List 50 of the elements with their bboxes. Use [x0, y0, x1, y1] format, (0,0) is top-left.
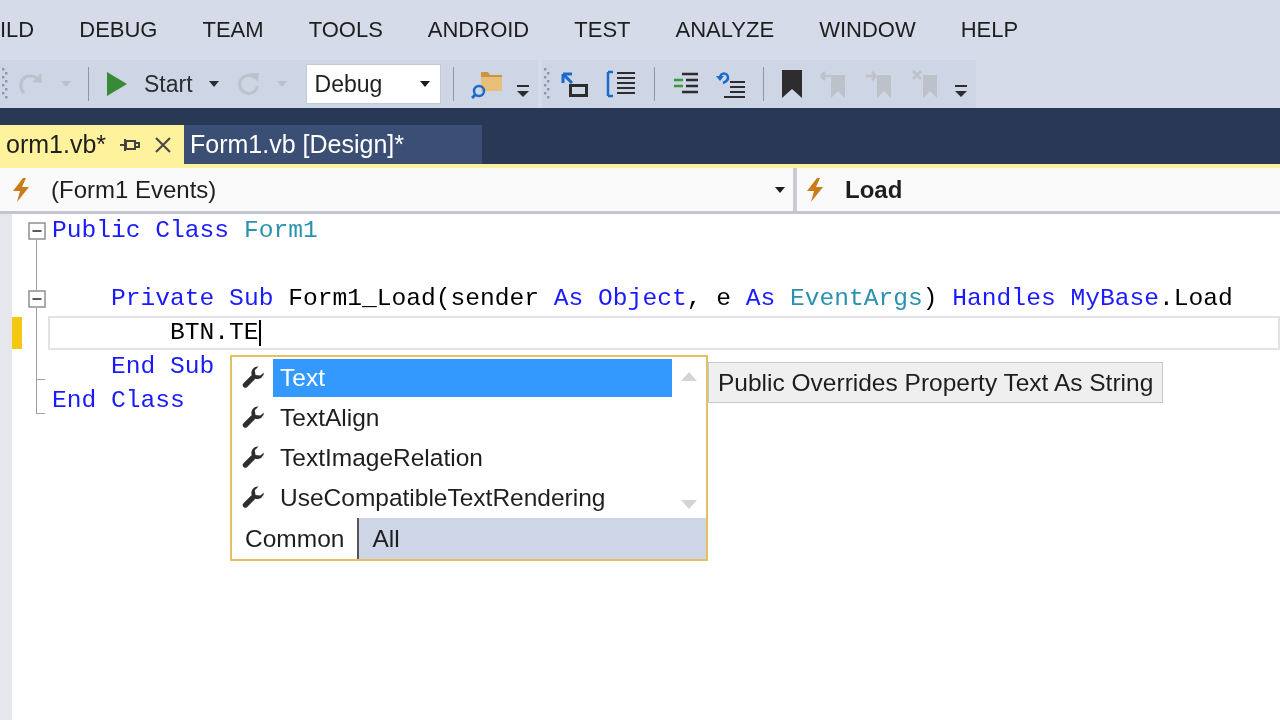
caret-icon: [208, 81, 219, 87]
caret-icon: [61, 81, 71, 87]
play-icon: [106, 71, 128, 97]
menu-item[interactable]: HELP: [950, 13, 1029, 47]
completion-item[interactable]: TextImageRelation: [273, 439, 672, 477]
close-icon[interactable]: [154, 135, 173, 154]
code-line: BTN.TE: [169, 318, 259, 348]
menu-item[interactable]: TEST: [564, 13, 641, 47]
redo-icon: [17, 71, 45, 97]
menu-item[interactable]: ANALYZE: [665, 13, 785, 47]
caret-icon: [775, 186, 785, 193]
outdent-icon: [715, 70, 746, 98]
menu-item[interactable]: ILD: [0, 13, 45, 47]
document-tab[interactable]: orm1.vb*: [0, 125, 185, 164]
wrench-icon: [240, 365, 266, 391]
caret-icon: [419, 81, 430, 87]
document-tab[interactable]: Form1.vb [Design]*: [184, 125, 482, 164]
grip-icon[interactable]: [2, 68, 8, 100]
code-line: End Class: [52, 386, 185, 416]
overflow-icon: [954, 85, 967, 99]
menu-item[interactable]: ANDROID: [417, 13, 540, 47]
outline-corner: [36, 384, 45, 414]
code-line: End Sub: [110, 352, 215, 382]
menu-item[interactable]: TOOLS: [298, 13, 393, 47]
completion-item[interactable]: UseCompatibleTextRendering: [273, 479, 672, 517]
menu-item[interactable]: WINDOW: [809, 13, 926, 47]
code-line: Private Sub Form1_Load(sender As Object, e As EventArgs) Handles MyBase.Load: [110, 284, 1233, 314]
caret-icon: [276, 81, 287, 87]
collapse-icon[interactable]: [28, 222, 46, 240]
overflow-icon: [516, 85, 529, 99]
bookmark-icon: [780, 69, 803, 99]
wrench-icon: [240, 485, 266, 511]
quick-info-tooltip: Public Overrides Property Text As String: [708, 362, 1164, 403]
bracket-lines-icon: [604, 69, 637, 99]
lightning-icon: [806, 177, 824, 202]
folder-search-icon: [470, 69, 503, 99]
wrench-icon: [240, 405, 266, 431]
grip-icon[interactable]: [543, 68, 550, 100]
completion-item[interactable]: TextAlign: [273, 399, 672, 437]
text-cursor: [258, 320, 261, 346]
start-button[interactable]: Start: [101, 66, 198, 102]
menu-item[interactable]: TEAM: [192, 13, 274, 47]
wrench-icon: [240, 445, 266, 471]
pin-icon[interactable]: [120, 136, 141, 153]
list-tab[interactable]: All: [357, 518, 706, 559]
lightning-icon: [12, 177, 30, 202]
code-line: Public Class Form1: [52, 216, 318, 246]
menu-item[interactable]: DEBUG: [69, 13, 168, 47]
collapse-icon[interactable]: [28, 290, 46, 308]
configuration-dropdown[interactable]: Debug: [305, 64, 441, 104]
